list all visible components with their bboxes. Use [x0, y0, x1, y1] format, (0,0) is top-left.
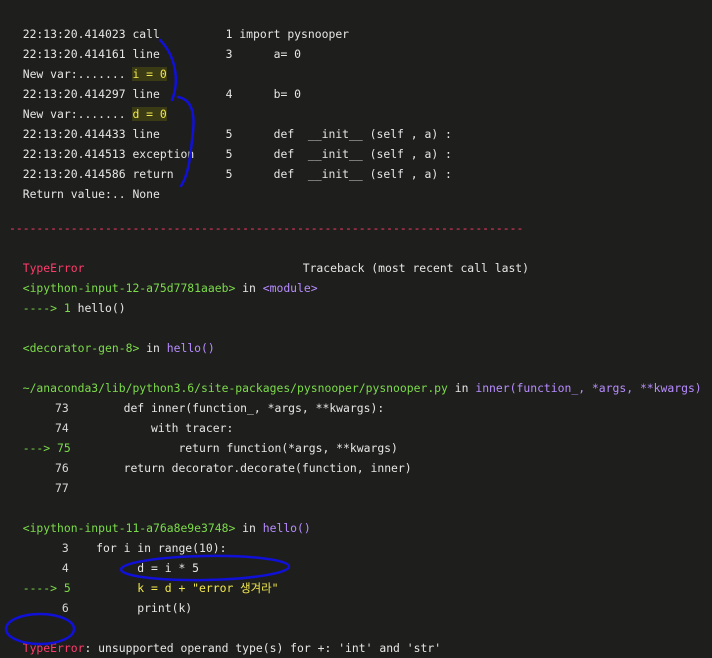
trace-line-2: 22:13:20.414161 line 3 a= 0 — [9, 24, 301, 61]
traceback-divider: ----------------------------------------… — [9, 221, 524, 235]
trace-line-5: 22:13:20.414513 exception 5 def __init__ … — [9, 124, 452, 161]
frame-func: <module> — [262, 281, 318, 295]
trace-line-6: 22:13:20.414586 return 5 def __init__ (se… — [9, 144, 452, 181]
frame-3-line-75: ---> 75 return function(*args, **kwargs) — [9, 418, 398, 455]
trace-line-4: 22:13:20.414433 line 5 def __init__ (self… — [9, 104, 452, 141]
frame-1-line-1: ----> 1 hello() — [9, 278, 126, 315]
code-text: hello() — [77, 301, 126, 315]
final-error: TypeError: unsupported operand type(s) f… — [9, 618, 441, 655]
frame-4-line-4: 4 d = i * 5 — [9, 538, 199, 575]
frame-1-header: <ipython-input-12-a75d7781aaeb> in <modu… — [9, 258, 318, 295]
line-number: 6 — [61, 601, 69, 615]
code-text: return decorator.decorate(function, inne… — [123, 461, 412, 475]
frame-in: in — [454, 381, 469, 395]
frame-in: in — [242, 281, 256, 295]
trace-line-3: 22:13:20.414297 line 4 b= 0 — [9, 64, 301, 101]
trace-lineno: 3 — [225, 47, 233, 61]
trace-return: Return value:.. None — [9, 164, 160, 201]
frame-4-line-6: 6 print(k) — [9, 578, 192, 615]
traceback-label: Traceback (most recent call last) — [302, 261, 530, 275]
error-header: TypeError Traceback (most recent call las… — [9, 238, 529, 275]
trace-code: def __init__ (self , a) : — [273, 167, 452, 181]
final-error-message: : unsupported operand type(s) for +: 'in… — [84, 641, 442, 655]
frame-in: in — [146, 341, 160, 355]
return-label: Return value:.. None — [22, 187, 160, 201]
frame-func: hello() — [166, 341, 215, 355]
trace-newvar-1: New var:....... i = 0 — [9, 44, 167, 81]
frame-4-line-5: ----> 5 k = d + "error 생겨라" — [9, 558, 279, 595]
frame-func: hello() — [262, 521, 311, 535]
frame-3-line-77: 77 — [9, 458, 69, 495]
frame-3-line-73: 73 def inner(function_, *args, **kwargs)… — [9, 378, 384, 415]
trace-code: b= 0 — [273, 87, 302, 101]
frame-3-line-76: 76 return decorator.decorate(function, i… — [9, 438, 412, 475]
trace-code: a= 0 — [273, 47, 302, 61]
trace-lineno: 4 — [225, 87, 233, 101]
trace-newvar-2: New var:....... d = 0 — [9, 84, 167, 121]
trace-line-1: 22:13:20.414023 call 1 import pysnooper — [9, 4, 349, 41]
frame-args: (function_, *args, **kwargs) — [509, 381, 702, 395]
trace-lineno: 5 — [225, 167, 233, 181]
frame-3-line-74: 74 with tracer: — [9, 398, 233, 435]
code-text: print(k) — [137, 601, 193, 615]
frame-3-header: ~/anaconda3/lib/python3.6/site-packages/… — [9, 358, 702, 395]
frame-2-header: <decorator-gen-8> in hello() — [9, 318, 215, 355]
frame-4-header: <ipython-input-11-a76a8e9e3748> in hello… — [9, 498, 311, 535]
frame-func: inner — [475, 381, 510, 395]
final-error-name: TypeError — [22, 641, 85, 655]
line-number: 77 — [55, 481, 69, 495]
frame-in: in — [242, 521, 256, 535]
frame-4-line-3: 3 for i in range(10): — [9, 518, 227, 555]
current-line-marker: ----> 1 — [22, 301, 71, 315]
frame-file: <decorator-gen-8> — [22, 341, 140, 355]
